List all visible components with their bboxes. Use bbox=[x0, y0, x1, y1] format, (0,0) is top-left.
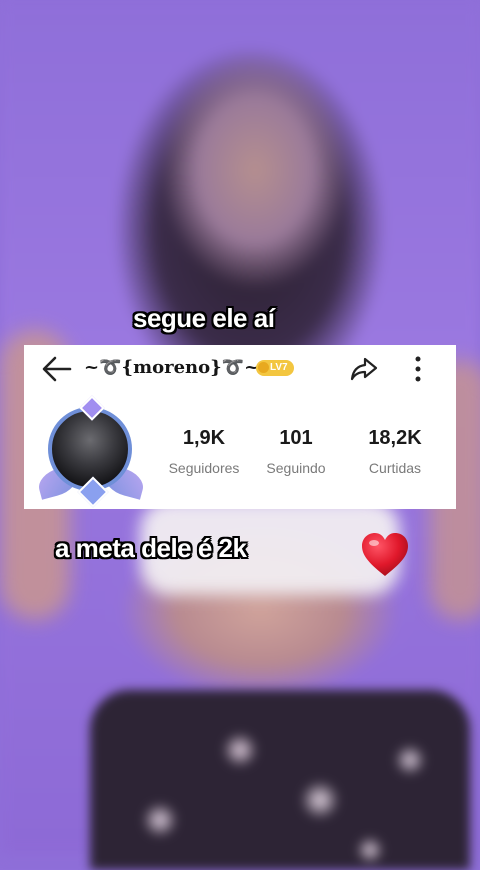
profile-topbar: ~➰{moreno}➰~ LV7 bbox=[24, 345, 456, 393]
stat-label: Curtidas bbox=[368, 460, 422, 476]
level-badge: LV7 bbox=[256, 360, 294, 376]
stat-followers[interactable]: 1,9K Seguidores bbox=[160, 427, 248, 476]
stat-value: 1,9K bbox=[182, 427, 226, 449]
stat-following[interactable]: 101 Seguindo bbox=[256, 427, 336, 476]
back-arrow-icon[interactable] bbox=[40, 355, 74, 383]
stat-value: 101 bbox=[279, 427, 313, 449]
stat-value: 18,2K bbox=[368, 427, 422, 449]
profile-username: ~➰{moreno}➰~ bbox=[84, 357, 260, 378]
profile-card: ~➰{moreno}➰~ LV7 1,9K Seguidores 101 Seg… bbox=[24, 345, 456, 509]
stat-label: Seguindo bbox=[266, 460, 326, 476]
background-pants bbox=[90, 690, 470, 870]
heart-emoji-icon bbox=[362, 533, 408, 576]
profile-stats: 1,9K Seguidores 101 Seguindo 18,2K Curti… bbox=[160, 427, 450, 487]
caption-top: segue ele aí bbox=[133, 303, 275, 333]
stat-likes[interactable]: 18,2K Curtidas bbox=[350, 427, 440, 476]
avatar[interactable] bbox=[35, 395, 147, 508]
share-icon[interactable] bbox=[350, 356, 378, 382]
stat-label: Seguidores bbox=[168, 460, 240, 476]
caption-bottom: a meta dele é 2k bbox=[55, 533, 247, 563]
more-vertical-icon[interactable] bbox=[412, 354, 424, 384]
